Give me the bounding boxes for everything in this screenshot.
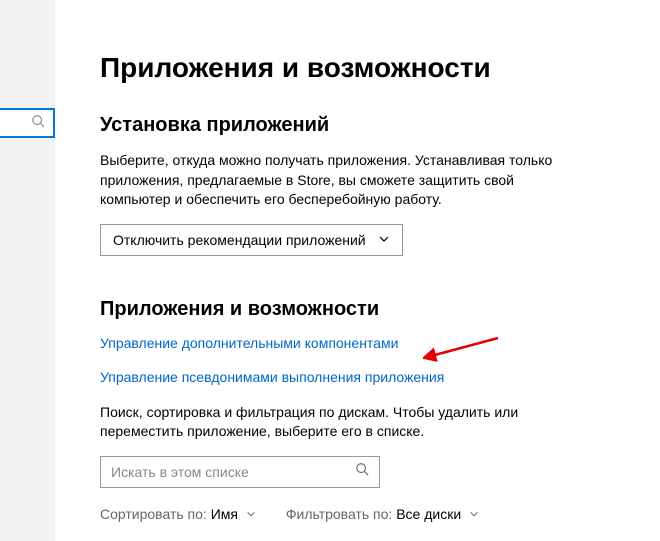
section-apps-heading: Приложения и возможности [100, 298, 620, 321]
filter-by-dropdown[interactable]: Фильтровать по: Все диски [286, 506, 479, 522]
section-install-heading: Установка приложений [100, 114, 620, 137]
section-apps-description: Поиск, сортировка и фильтрация по дискам… [100, 403, 570, 442]
page-title: Приложения и возможности [100, 52, 620, 84]
filter-label: Фильтровать по: [286, 506, 392, 522]
install-source-dropdown[interactable]: Отключить рекомендации приложений [100, 224, 403, 256]
section-install-description: Выберите, откуда можно получать приложен… [100, 151, 570, 210]
link-execution-aliases[interactable]: Управление псевдонимами выполнения прило… [100, 369, 620, 385]
link-optional-features[interactable]: Управление дополнительными компонентами [100, 335, 620, 351]
sort-label: Сортировать по: [100, 506, 207, 522]
sort-value: Имя [211, 506, 238, 522]
filter-value: Все диски [396, 506, 461, 522]
settings-search-input[interactable] [0, 108, 55, 138]
sort-by-dropdown[interactable]: Сортировать по: Имя [100, 506, 256, 522]
apps-search-box[interactable] [100, 456, 380, 488]
chevron-down-icon [378, 232, 390, 248]
search-icon [31, 114, 45, 133]
search-icon [355, 462, 369, 481]
chevron-down-icon [246, 506, 256, 522]
dropdown-label: Отключить рекомендации приложений [113, 232, 366, 248]
sidebar-strip [0, 0, 55, 541]
chevron-down-icon [469, 506, 479, 522]
apps-search-input[interactable] [111, 464, 331, 480]
